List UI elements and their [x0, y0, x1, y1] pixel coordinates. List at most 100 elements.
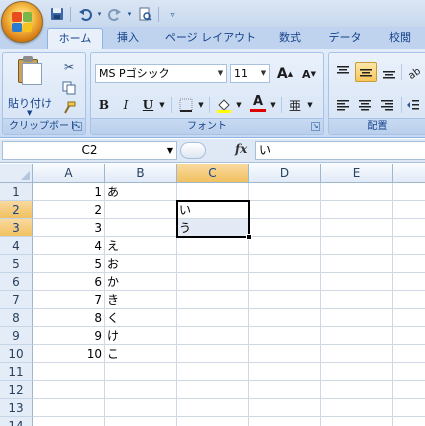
cell-d12[interactable]: [249, 381, 321, 399]
cell-e5[interactable]: [321, 255, 393, 273]
fill-handle[interactable]: [246, 234, 252, 240]
paste-button[interactable]: 貼り付け ▼: [7, 55, 53, 117]
office-button[interactable]: [1, 1, 43, 43]
font-color-button[interactable]: A: [248, 93, 268, 113]
cell-c13[interactable]: [177, 399, 249, 417]
column-header-c[interactable]: C: [177, 164, 249, 183]
cell-a12[interactable]: [33, 381, 105, 399]
cell-d5[interactable]: [249, 255, 321, 273]
cell-b4[interactable]: え: [105, 237, 177, 255]
cell-d7[interactable]: [249, 291, 321, 309]
cell-a6[interactable]: 6: [33, 273, 105, 291]
cell-c6[interactable]: [177, 273, 249, 291]
cell-a8[interactable]: 8: [33, 309, 105, 327]
undo-icon[interactable]: [76, 6, 93, 23]
customize-arrow-icon[interactable]: ▿: [164, 6, 181, 23]
cell-e14[interactable]: [321, 417, 393, 426]
align-right-button[interactable]: [377, 95, 397, 115]
align-top-button[interactable]: [333, 62, 353, 82]
cell-d6[interactable]: [249, 273, 321, 291]
cell-e1[interactable]: [321, 183, 393, 201]
row-header-3[interactable]: 3: [0, 219, 33, 237]
cell-b7[interactable]: き: [105, 291, 177, 309]
cell-e4[interactable]: [321, 237, 393, 255]
row-header-9[interactable]: 9: [0, 327, 33, 345]
cell-c5[interactable]: [177, 255, 249, 273]
cell-b14[interactable]: [105, 417, 177, 426]
cell-f3[interactable]: [393, 219, 425, 237]
cell-b9[interactable]: け: [105, 327, 177, 345]
cell-c4[interactable]: [177, 237, 249, 255]
cell-f11[interactable]: [393, 363, 425, 381]
cell-e11[interactable]: [321, 363, 393, 381]
column-header-b[interactable]: B: [105, 164, 177, 183]
row-header-4[interactable]: 4: [0, 237, 33, 255]
align-middle-button[interactable]: [355, 62, 377, 82]
cell-c8[interactable]: [177, 309, 249, 327]
cell-f13[interactable]: [393, 399, 425, 417]
phonetic-dropdown-icon[interactable]: ▼: [305, 95, 315, 115]
cell-f9[interactable]: [393, 327, 425, 345]
row-header-2[interactable]: 2: [0, 201, 33, 219]
font-size-combo[interactable]: 11 ▼: [230, 64, 270, 83]
column-header-d[interactable]: D: [249, 164, 321, 183]
cell-b6[interactable]: か: [105, 273, 177, 291]
italic-button[interactable]: I: [117, 95, 135, 115]
cell-a11[interactable]: [33, 363, 105, 381]
cell-d14[interactable]: [249, 417, 321, 426]
cell-b1[interactable]: あ: [105, 183, 177, 201]
save-icon[interactable]: [48, 6, 65, 23]
cell-a13[interactable]: [33, 399, 105, 417]
cell-e13[interactable]: [321, 399, 393, 417]
cell-b10[interactable]: こ: [105, 345, 177, 363]
select-all-button[interactable]: [0, 164, 33, 183]
orientation-button[interactable]: ab: [403, 62, 423, 82]
cell-e6[interactable]: [321, 273, 393, 291]
align-center-button[interactable]: [355, 95, 375, 115]
cell-a4[interactable]: 4: [33, 237, 105, 255]
cell-b5[interactable]: お: [105, 255, 177, 273]
cell-d3[interactable]: [249, 219, 321, 237]
cell-a9[interactable]: 9: [33, 327, 105, 345]
redo-dropdown-icon[interactable]: ▾: [126, 6, 133, 23]
cell-d8[interactable]: [249, 309, 321, 327]
cell-c12[interactable]: [177, 381, 249, 399]
cell-b3[interactable]: [105, 219, 177, 237]
cell-e2[interactable]: [321, 201, 393, 219]
cell-d1[interactable]: [249, 183, 321, 201]
cell-d11[interactable]: [249, 363, 321, 381]
undo-dropdown-icon[interactable]: ▾: [96, 6, 103, 23]
column-header-f[interactable]: [393, 164, 425, 183]
cell-f4[interactable]: [393, 237, 425, 255]
row-header-13[interactable]: 13: [0, 399, 33, 417]
clipboard-launcher-icon[interactable]: ↘: [73, 122, 82, 131]
copy-icon[interactable]: [61, 80, 77, 96]
fill-color-button[interactable]: [214, 95, 234, 115]
cell-c7[interactable]: [177, 291, 249, 309]
align-left-button[interactable]: [333, 95, 353, 115]
cell-b13[interactable]: [105, 399, 177, 417]
cell-f12[interactable]: [393, 381, 425, 399]
cell-a10[interactable]: 10: [33, 345, 105, 363]
cell-f10[interactable]: [393, 345, 425, 363]
cell-e12[interactable]: [321, 381, 393, 399]
bold-button[interactable]: B: [95, 95, 113, 115]
cell-d10[interactable]: [249, 345, 321, 363]
column-header-e[interactable]: E: [321, 164, 393, 183]
cell-b11[interactable]: [105, 363, 177, 381]
cell-d4[interactable]: [249, 237, 321, 255]
cell-f5[interactable]: [393, 255, 425, 273]
row-header-5[interactable]: 5: [0, 255, 33, 273]
insert-function-button[interactable]: fx: [235, 142, 247, 156]
cell-c10[interactable]: [177, 345, 249, 363]
font-name-combo[interactable]: MS Pゴシック ▼: [95, 64, 227, 83]
borders-dropdown-icon[interactable]: ▼: [196, 95, 206, 115]
cell-b2[interactable]: [105, 201, 177, 219]
underline-dropdown-icon[interactable]: ▼: [157, 95, 167, 115]
cell-f14[interactable]: [393, 417, 425, 426]
cell-d2[interactable]: [249, 201, 321, 219]
cell-f7[interactable]: [393, 291, 425, 309]
row-header-10[interactable]: 10: [0, 345, 33, 363]
cell-a5[interactable]: 5: [33, 255, 105, 273]
cut-icon[interactable]: ✂: [61, 59, 77, 75]
